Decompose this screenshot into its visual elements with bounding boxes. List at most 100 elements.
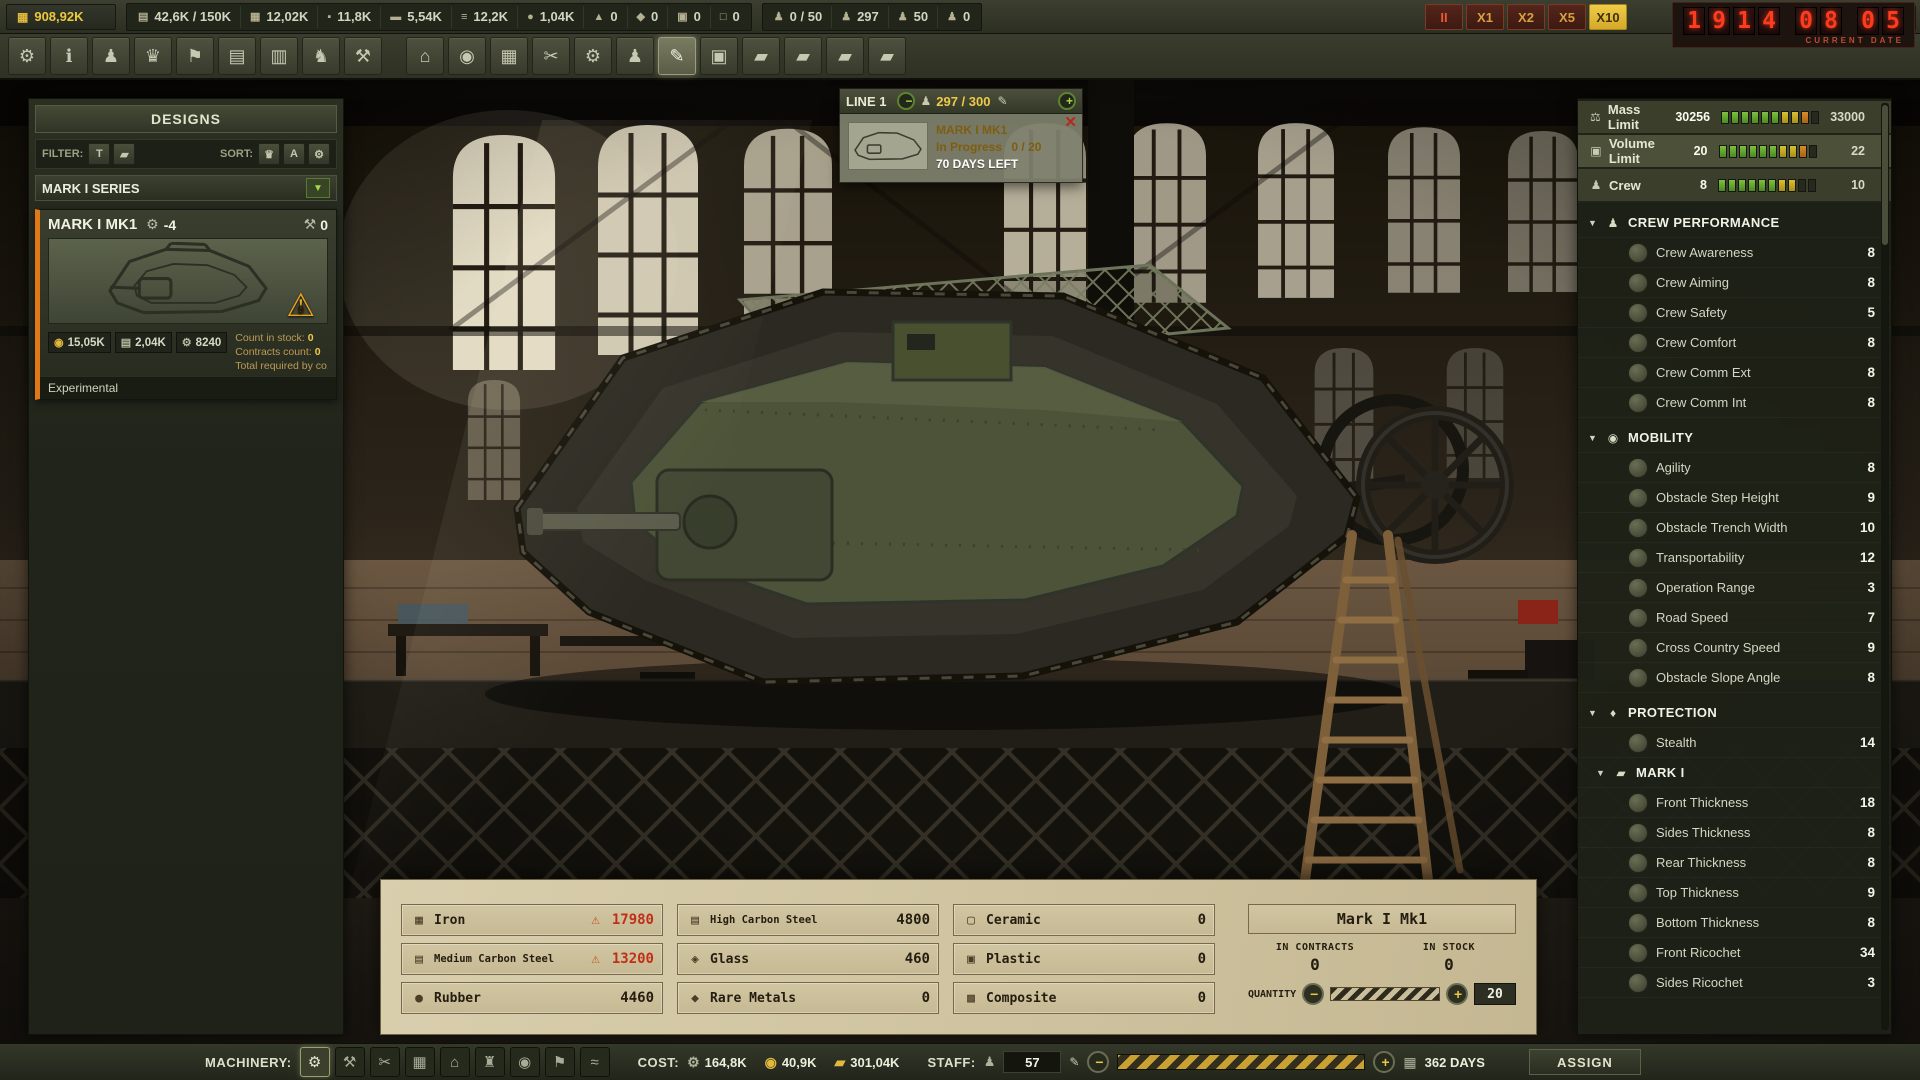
tab-tank-line-1[interactable]: ▰ — [742, 37, 780, 75]
stat-crew-safety: ▼ Crew Safety 5 — [1578, 298, 1891, 328]
settings-icon[interactable]: ⚙ — [8, 37, 46, 75]
machine-slot-4[interactable]: ▦ — [405, 1047, 435, 1077]
statistics-icon[interactable]: ▥ — [260, 37, 298, 75]
stat-crew-comm-int: ▼ Crew Comm Int 8 — [1578, 388, 1891, 418]
machine-slot-3[interactable]: ✂ — [370, 1047, 400, 1077]
tab-machinery[interactable]: ⚙ — [574, 37, 612, 75]
objectives-icon[interactable]: ⚑ — [176, 37, 214, 75]
tab-assembly[interactable]: ▣ — [700, 37, 738, 75]
close-icon[interactable]: ✕ — [1064, 115, 1077, 130]
stat-bottom-thickness: ▼ Bottom Thickness 8 — [1578, 908, 1891, 938]
decrease-crew-button[interactable]: − — [897, 92, 915, 110]
assign-button[interactable]: ASSIGN — [1529, 1049, 1641, 1075]
money-display: ▦ 908,92K — [6, 4, 116, 30]
machine-slot-9[interactable]: ≈ — [580, 1047, 610, 1077]
tab-tank-line-4[interactable]: ▰ — [868, 37, 906, 75]
sort-alpha-button[interactable]: A — [283, 143, 305, 165]
speed-x1-button[interactable]: X1 — [1466, 4, 1504, 30]
engineering-icon[interactable]: ⚒ — [344, 37, 382, 75]
personnel-icon[interactable]: ♞ — [302, 37, 340, 75]
stat-icon: ♦ — [1604, 703, 1622, 723]
staff-count-input[interactable]: 57 — [1003, 1051, 1061, 1073]
material-amount: 0 — [1198, 990, 1206, 1006]
tab-tools[interactable]: ✂ — [532, 37, 570, 75]
achievements-icon[interactable]: ♛ — [134, 37, 172, 75]
stat-label: MARK I — [1636, 765, 1685, 780]
subsection-mark-i[interactable]: ▼ ▰ MARK I — [1578, 758, 1891, 788]
decrease-staff-button[interactable]: − — [1087, 1051, 1109, 1073]
tab-tank-line-2[interactable]: ▰ — [784, 37, 822, 75]
decrease-quantity-button[interactable]: − — [1302, 983, 1324, 1005]
speed-x10-button[interactable]: X10 — [1589, 4, 1627, 30]
filter-type-button[interactable]: ▰ — [113, 143, 135, 165]
stat-label: Crew Safety — [1656, 305, 1727, 320]
total-required: Total required by co...0 — [235, 360, 328, 372]
warning-count: 9 — [298, 305, 304, 316]
tab-design-office[interactable]: ▦ — [490, 37, 528, 75]
section-protection[interactable]: ▼ ♦ PROTECTION — [1578, 698, 1891, 728]
resource-icon: ▣ — [677, 10, 687, 23]
stock-label: Contracts count: — [235, 346, 311, 358]
tab-world-map[interactable]: ◉ — [448, 37, 486, 75]
section-mobility[interactable]: ▼ ◉ MOBILITY — [1578, 423, 1891, 453]
filter-name-button[interactable]: T — [88, 143, 110, 165]
date-digit: 0 — [1795, 7, 1817, 35]
stat-icon — [1628, 303, 1648, 323]
toolbar-glyph: ♞ — [313, 46, 329, 67]
stat-icon — [1628, 608, 1648, 628]
tab-paint-shop[interactable]: ✎ — [658, 37, 696, 75]
material-amount: 0 — [1198, 951, 1206, 967]
machine-slot-2[interactable]: ⚒ — [335, 1047, 365, 1077]
main-toolbar: ⚙ℹ♟♛⚑▤▥♞⚒ ⌂◉▦✂⚙♟✎▣▰▰▰▰ — [0, 34, 1920, 80]
date-digit: 8 — [1820, 7, 1842, 35]
scrollbar[interactable] — [1881, 103, 1889, 1030]
cost-value: 2,04K — [135, 337, 166, 349]
count-in-stock: Count in stock:0 — [235, 332, 328, 344]
limit-label: Crew — [1609, 178, 1641, 193]
machine-slot-8[interactable]: ⚑ — [545, 1047, 575, 1077]
machine-slot-6[interactable]: ♜ — [475, 1047, 505, 1077]
sort-cost-button[interactable]: ⚙ — [308, 143, 330, 165]
edit-crew-icon[interactable]: ✎ — [997, 94, 1007, 108]
series-header[interactable]: MARK I SERIES ▼ — [35, 175, 337, 201]
reports-icon[interactable]: ▤ — [218, 37, 256, 75]
material-amount: 4800 — [896, 912, 930, 928]
material-icon: ▢ — [962, 913, 980, 928]
pause-button[interactable]: II — [1425, 4, 1463, 30]
tab-crew[interactable]: ♟ — [616, 37, 654, 75]
sort-rating-button[interactable]: ♛ — [258, 143, 280, 165]
material-amount: 0 — [1198, 912, 1206, 928]
speed-x5-button[interactable]: X5 — [1548, 4, 1586, 30]
section-crew-performance[interactable]: ▼ ♟ CREW PERFORMANCE — [1578, 208, 1891, 238]
machinery-label: MACHINERY: — [205, 1055, 292, 1070]
increase-crew-button[interactable]: + — [1058, 92, 1076, 110]
speed-x2-button[interactable]: X2 — [1507, 4, 1545, 30]
increase-staff-button[interactable]: + — [1373, 1051, 1395, 1073]
info-icon[interactable]: ℹ — [50, 37, 88, 75]
machine-slot-5[interactable]: ⌂ — [440, 1047, 470, 1077]
tab-tank-line-3[interactable]: ▰ — [826, 37, 864, 75]
material-icon: ◆ — [686, 991, 704, 1006]
edit-staff-icon[interactable]: ✎ — [1069, 1055, 1079, 1069]
scrollbar-thumb[interactable] — [1882, 105, 1888, 245]
stat-label: Front Ricochet — [1656, 945, 1741, 960]
staff-progress-bar[interactable] — [1117, 1054, 1365, 1070]
stat-label: Crew Awareness — [1656, 245, 1753, 260]
material-rubber: ● Rubber ⚠ 4460 — [401, 982, 663, 1014]
stat-rear-thickness: ▼ Rear Thickness 8 — [1578, 848, 1891, 878]
production-line-panel: LINE 1 − ♟ 297 / 300 ✎ + ✕ MARK I MK1 In… — [839, 88, 1083, 183]
quantity-slider[interactable] — [1330, 987, 1440, 1001]
design-card-mark-i-mk1[interactable]: MARK I MK1 ⚙ -4 ⚒ 0 — [35, 209, 337, 400]
management-icon[interactable]: ♟ — [92, 37, 130, 75]
tab-factory[interactable]: ⌂ — [406, 37, 444, 75]
stat-icon: ◉ — [1604, 428, 1622, 448]
stat-obstacle-step-height: ▼ Obstacle Step Height 9 — [1578, 483, 1891, 513]
increase-quantity-button[interactable]: + — [1446, 983, 1468, 1005]
tank-gun-barrel — [535, 513, 680, 530]
design-card-footer: ◉ 15,05K ▤ 2,04K ⚙ 8240 — [40, 326, 336, 376]
design-thumbnail: ⚠9 — [48, 238, 328, 324]
chevron-down-icon[interactable]: ▼ — [306, 178, 330, 198]
staff-icon: ♟ — [841, 10, 851, 23]
machine-slot-7[interactable]: ◉ — [510, 1047, 540, 1077]
machine-slot-1[interactable]: ⚙ — [300, 1047, 330, 1077]
